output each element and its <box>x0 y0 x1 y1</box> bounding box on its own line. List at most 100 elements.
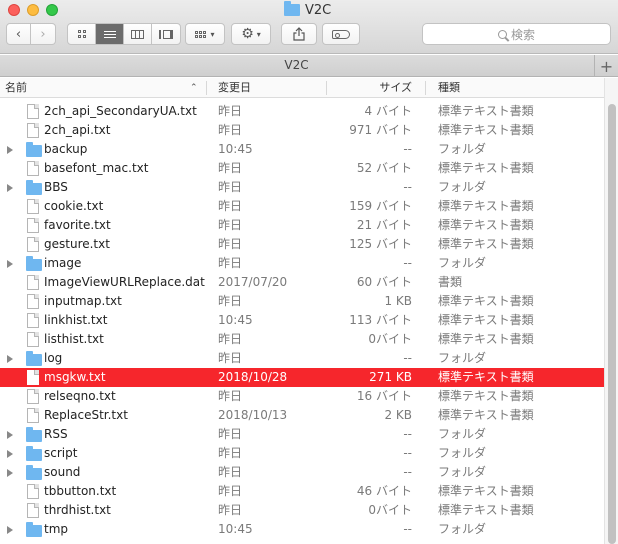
file-kind: 標準テキスト書類 <box>438 199 534 213</box>
file-row[interactable]: basefont_mac.txt 昨日 52 バイト 標準テキスト書類 <box>0 159 604 178</box>
file-kind: フォルダ <box>438 522 487 536</box>
folder-row[interactable]: tmp 10:45 -- フォルダ <box>0 520 604 539</box>
column-divider[interactable] <box>206 81 207 95</box>
finder-window: V2C ‹ › ▾ ⚙ ▾ 検索 V2C + 名前 ⌃ 変更日 サイズ 種類 2… <box>0 0 618 544</box>
file-name: BBS <box>44 180 68 194</box>
file-kind: 標準テキスト書類 <box>438 237 534 251</box>
file-name: inputmap.txt <box>44 294 122 308</box>
file-name: image <box>44 256 82 270</box>
file-size: 125 バイト <box>349 237 412 251</box>
list-view-button[interactable] <box>96 24 124 44</box>
folder-icon <box>26 256 42 271</box>
column-header-name[interactable]: 名前 <box>5 78 27 98</box>
folder-icon <box>26 427 42 442</box>
gallery-view-button[interactable] <box>152 24 180 44</box>
column-view-button[interactable] <box>124 24 152 44</box>
file-date: 昨日 <box>218 332 243 346</box>
file-row[interactable]: 2ch_api.txt 昨日 971 バイト 標準テキスト書類 <box>0 121 604 140</box>
folder-row[interactable]: script 昨日 -- フォルダ <box>0 444 604 463</box>
file-row[interactable]: linkhist.txt 10:45 113 バイト 標準テキスト書類 <box>0 311 604 330</box>
disclosure-triangle-icon[interactable] <box>7 140 15 159</box>
file-size: -- <box>403 522 412 536</box>
column-header-kind[interactable]: 種類 <box>438 78 460 98</box>
file-name: basefont_mac.txt <box>44 161 149 175</box>
file-date: 昨日 <box>218 161 243 175</box>
file-list: 2ch_api_SecondaryUA.txt 昨日 4 バイト 標準テキスト書類 2c… <box>0 102 604 544</box>
folder-row[interactable]: backup 10:45 -- フォルダ <box>0 140 604 159</box>
disclosure-triangle-icon[interactable] <box>7 178 15 197</box>
back-button[interactable]: ‹ <box>6 23 31 45</box>
disclosure-triangle-icon[interactable] <box>7 425 15 444</box>
row-icon <box>26 368 40 387</box>
row-spacer <box>7 292 15 311</box>
document-icon <box>27 389 39 404</box>
file-kind: 標準テキスト書類 <box>438 218 534 232</box>
file-name: relseqno.txt <box>44 389 116 403</box>
folder-row[interactable]: BBS 昨日 -- フォルダ <box>0 178 604 197</box>
forward-button[interactable]: › <box>31 23 56 45</box>
column-divider[interactable] <box>425 81 426 95</box>
file-row[interactable]: inputmap.txt 昨日 1 KB 標準テキスト書類 <box>0 292 604 311</box>
file-row[interactable]: 2ch_api_SecondaryUA.txt 昨日 4 バイト 標準テキスト書類 <box>0 102 604 121</box>
icon-view-button[interactable] <box>68 24 96 44</box>
row-icon <box>26 425 42 444</box>
disclosure-triangle-icon[interactable] <box>7 254 15 273</box>
search-field[interactable]: 検索 <box>422 23 611 45</box>
row-icon <box>26 482 40 501</box>
vertical-scrollbar[interactable] <box>604 78 618 544</box>
row-spacer <box>7 102 15 121</box>
file-row[interactable]: favorite.txt 昨日 21 バイト 標準テキスト書類 <box>0 216 604 235</box>
file-kind: フォルダ <box>438 256 487 270</box>
icon-view-icon <box>77 30 86 38</box>
column-header-size[interactable]: サイズ <box>330 78 412 98</box>
scrollbar-thumb[interactable] <box>608 104 616 544</box>
row-spacer <box>7 368 15 387</box>
file-kind: フォルダ <box>438 142 487 156</box>
folder-row[interactable]: log 昨日 -- フォルダ <box>0 349 604 368</box>
document-icon <box>27 484 39 499</box>
folder-row[interactable]: image 昨日 -- フォルダ <box>0 254 604 273</box>
tags-button[interactable] <box>322 23 360 45</box>
file-row[interactable]: gesture.txt 昨日 125 バイト 標準テキスト書類 <box>0 235 604 254</box>
gallery-view-icon <box>159 29 173 39</box>
file-row[interactable]: cookie.txt 昨日 159 バイト 標準テキスト書類 <box>0 197 604 216</box>
file-name: thrdhist.txt <box>44 503 111 517</box>
file-row[interactable]: ReplaceStr.txt 2018/10/13 2 KB 標準テキスト書類 <box>0 406 604 425</box>
share-button[interactable] <box>281 23 317 45</box>
group-by-button[interactable]: ▾ <box>185 23 225 45</box>
close-window-button[interactable] <box>8 4 20 16</box>
folder-icon <box>26 351 42 366</box>
file-kind: 標準テキスト書類 <box>438 503 534 517</box>
minimize-window-button[interactable] <box>27 4 39 16</box>
file-size: -- <box>403 256 412 270</box>
file-row[interactable]: tbbutton.txt 昨日 46 バイト 標準テキスト書類 <box>0 482 604 501</box>
row-icon <box>26 520 42 539</box>
row-icon <box>26 501 40 520</box>
disclosure-triangle-icon[interactable] <box>7 520 15 539</box>
file-size: 52 バイト <box>356 161 412 175</box>
disclosure-triangle-icon[interactable] <box>7 349 15 368</box>
row-icon <box>26 292 40 311</box>
add-tab-button[interactable]: + <box>594 55 618 77</box>
document-icon <box>27 503 39 518</box>
tab-title[interactable]: V2C <box>0 58 593 72</box>
file-row[interactable]: thrdhist.txt 昨日 0バイト 標準テキスト書類 <box>0 501 604 520</box>
disclosure-triangle-icon[interactable] <box>7 444 15 463</box>
file-name: cookie.txt <box>44 199 104 213</box>
folder-row[interactable]: sound 昨日 -- フォルダ <box>0 463 604 482</box>
zoom-window-button[interactable] <box>46 4 58 16</box>
folder-row[interactable]: RSS 昨日 -- フォルダ <box>0 425 604 444</box>
folder-icon <box>26 142 42 157</box>
file-row[interactable]: ImageViewURLReplace.dat 2017/07/20 60 バイト 書… <box>0 273 604 292</box>
disclosure-triangle-icon[interactable] <box>7 463 15 482</box>
column-header-date[interactable]: 変更日 <box>218 78 251 98</box>
file-row[interactable]: relseqno.txt 昨日 16 バイト 標準テキスト書類 <box>0 387 604 406</box>
file-row[interactable]: listhist.txt 昨日 0バイト 標準テキスト書類 <box>0 330 604 349</box>
file-kind: 標準テキスト書類 <box>438 294 534 308</box>
share-icon <box>293 27 305 41</box>
action-menu-button[interactable]: ⚙ ▾ <box>231 23 271 45</box>
document-icon <box>27 294 39 309</box>
file-size: -- <box>403 351 412 365</box>
column-divider[interactable] <box>326 81 327 95</box>
file-row[interactable]: msgkw.txt 2018/10/28 271 KB 標準テキスト書類 <box>0 368 604 387</box>
